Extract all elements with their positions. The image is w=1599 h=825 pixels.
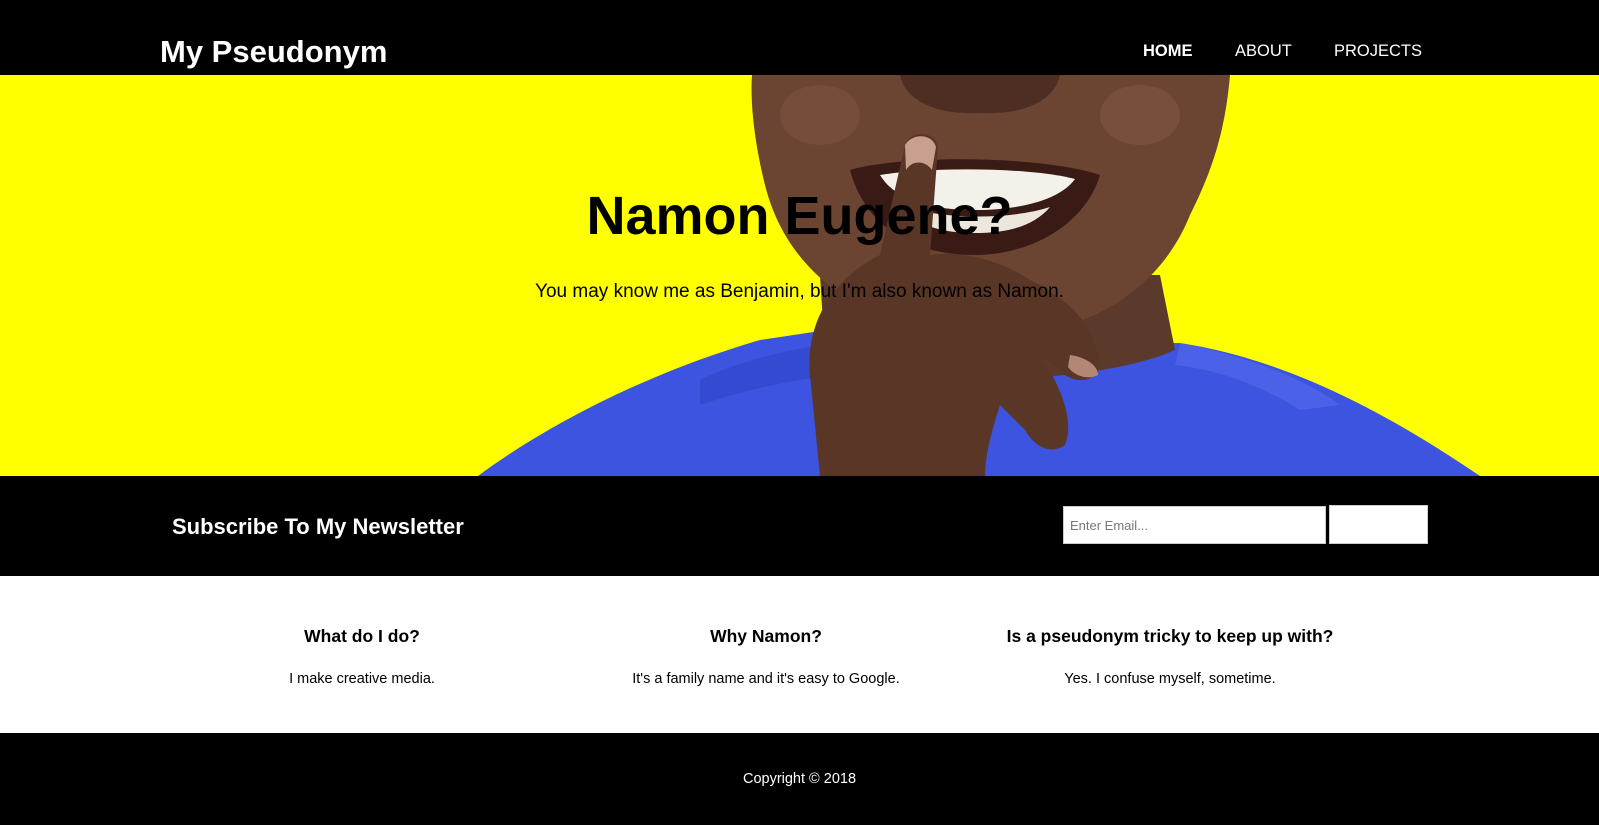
nav-about-link[interactable]: ABOUT bbox=[1235, 42, 1292, 61]
feature-title: Is a pseudonym tricky to keep up with? bbox=[1006, 626, 1334, 646]
hero-title: Namon Eugene? bbox=[586, 186, 1013, 246]
newsletter-title: Subscribe To My Newsletter bbox=[172, 514, 464, 539]
features-section: What do I do? I make creative media. Why… bbox=[0, 576, 1599, 733]
feature-title: Why Namon? bbox=[710, 626, 822, 646]
nav-projects-link[interactable]: PROJECTS bbox=[1334, 42, 1422, 61]
newsletter-subscribe-button[interactable] bbox=[1329, 505, 1428, 544]
site-header: My Pseudonym HOME ABOUT PROJECTS bbox=[0, 0, 1599, 75]
hero-portrait-image bbox=[478, 75, 1480, 476]
feature-text: Yes. I confuse myself, sometime. bbox=[1064, 671, 1276, 687]
feature-text: I make creative media. bbox=[289, 671, 435, 687]
feature-box: What do I do? I make creative media. bbox=[162, 626, 562, 687]
hero-subtitle: You may know me as Benjamin, but I'm als… bbox=[535, 281, 1064, 302]
copyright-text: Copyright © 2018 bbox=[742, 771, 857, 787]
newsletter-email-input[interactable] bbox=[1063, 506, 1326, 544]
feature-title: What do I do? bbox=[304, 626, 420, 646]
main-nav: HOME ABOUT PROJECTS bbox=[0, 42, 1599, 62]
newsletter-section: Subscribe To My Newsletter bbox=[0, 476, 1599, 576]
nav-home-link[interactable]: HOME bbox=[1143, 42, 1193, 61]
feature-text: It's a family name and it's easy to Goog… bbox=[632, 671, 900, 687]
feature-box: Is a pseudonym tricky to keep up with? Y… bbox=[970, 626, 1370, 687]
site-footer: Copyright © 2018 bbox=[0, 733, 1599, 825]
hero-showcase: Namon Eugene? You may know me as Benjami… bbox=[0, 75, 1599, 476]
feature-box: Why Namon? It's a family name and it's e… bbox=[566, 626, 966, 687]
